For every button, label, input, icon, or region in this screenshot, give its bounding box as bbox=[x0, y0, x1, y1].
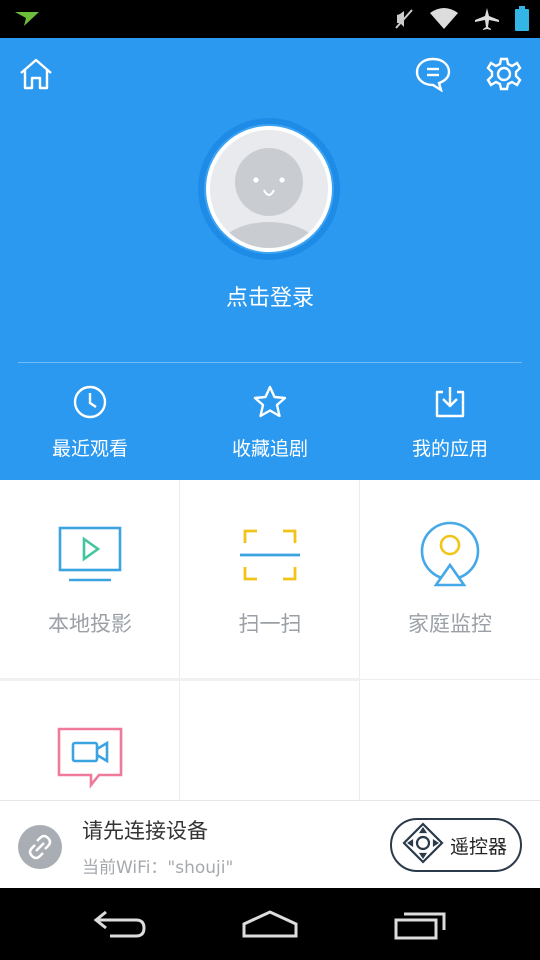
login-prompt[interactable]: 点击登录 bbox=[0, 280, 540, 312]
grid-item-video-chat[interactable] bbox=[0, 681, 180, 801]
home-nav-icon[interactable] bbox=[240, 908, 300, 944]
grid-item-home-monitor[interactable]: 家庭监控 bbox=[360, 480, 540, 680]
user-header: 点击登录 最近观看 收藏追剧 我的应用 bbox=[0, 38, 540, 480]
device-connection-bar[interactable]: 请先连接设备 当前WiFi："shouji" 遥控器 bbox=[0, 800, 540, 888]
quick-favorites[interactable]: 收藏追剧 bbox=[180, 380, 360, 461]
download-icon bbox=[360, 380, 540, 424]
scan-icon bbox=[180, 520, 360, 590]
quick-label: 收藏追剧 bbox=[231, 438, 308, 460]
grid-label: 本地投影 bbox=[48, 612, 132, 636]
quick-recent-watch[interactable]: 最近观看 bbox=[0, 380, 180, 461]
recent-apps-icon[interactable] bbox=[392, 908, 452, 944]
remote-label: 遥控器 bbox=[450, 835, 508, 858]
quick-label: 我的应用 bbox=[411, 438, 488, 460]
wifi-icon bbox=[428, 7, 460, 35]
link-icon bbox=[18, 825, 62, 869]
grid-item-empty bbox=[180, 681, 360, 801]
wifi-status: 当前WiFi："shouji" bbox=[82, 858, 234, 878]
quick-label: 最近观看 bbox=[51, 438, 128, 460]
header-divider bbox=[18, 362, 522, 363]
notification-plane-icon bbox=[14, 10, 40, 32]
grid-label: 扫一扫 bbox=[238, 612, 302, 636]
remote-control-button[interactable]: 遥控器 bbox=[390, 818, 522, 872]
grid-label: 家庭监控 bbox=[408, 612, 492, 636]
grid-item-scan[interactable]: 扫一扫 bbox=[180, 480, 360, 680]
settings-gear-icon[interactable] bbox=[486, 56, 522, 96]
airplane-mode-icon bbox=[474, 7, 500, 35]
status-bar bbox=[0, 0, 540, 38]
video-chat-icon bbox=[0, 723, 180, 793]
feature-grid: 本地投影 扫一扫 家庭监控 bbox=[0, 480, 540, 801]
system-nav-bar bbox=[0, 888, 540, 960]
clock-icon bbox=[0, 380, 180, 424]
battery-icon bbox=[514, 6, 530, 36]
back-icon[interactable] bbox=[92, 908, 148, 944]
message-icon[interactable] bbox=[414, 56, 452, 96]
mute-icon bbox=[394, 8, 414, 34]
tv-play-icon bbox=[0, 520, 180, 590]
connection-title: 请先连接设备 bbox=[82, 819, 208, 843]
star-icon bbox=[180, 380, 360, 424]
default-avatar-image bbox=[206, 126, 332, 252]
grid-item-empty bbox=[360, 681, 540, 801]
quick-my-apps[interactable]: 我的应用 bbox=[360, 380, 540, 461]
grid-item-local-projection[interactable]: 本地投影 bbox=[0, 480, 180, 680]
avatar[interactable] bbox=[198, 118, 340, 260]
camera-monitor-icon bbox=[360, 520, 540, 590]
status-icons bbox=[394, 6, 530, 36]
remote-dpad-icon bbox=[402, 822, 444, 868]
home-icon[interactable] bbox=[18, 56, 54, 96]
